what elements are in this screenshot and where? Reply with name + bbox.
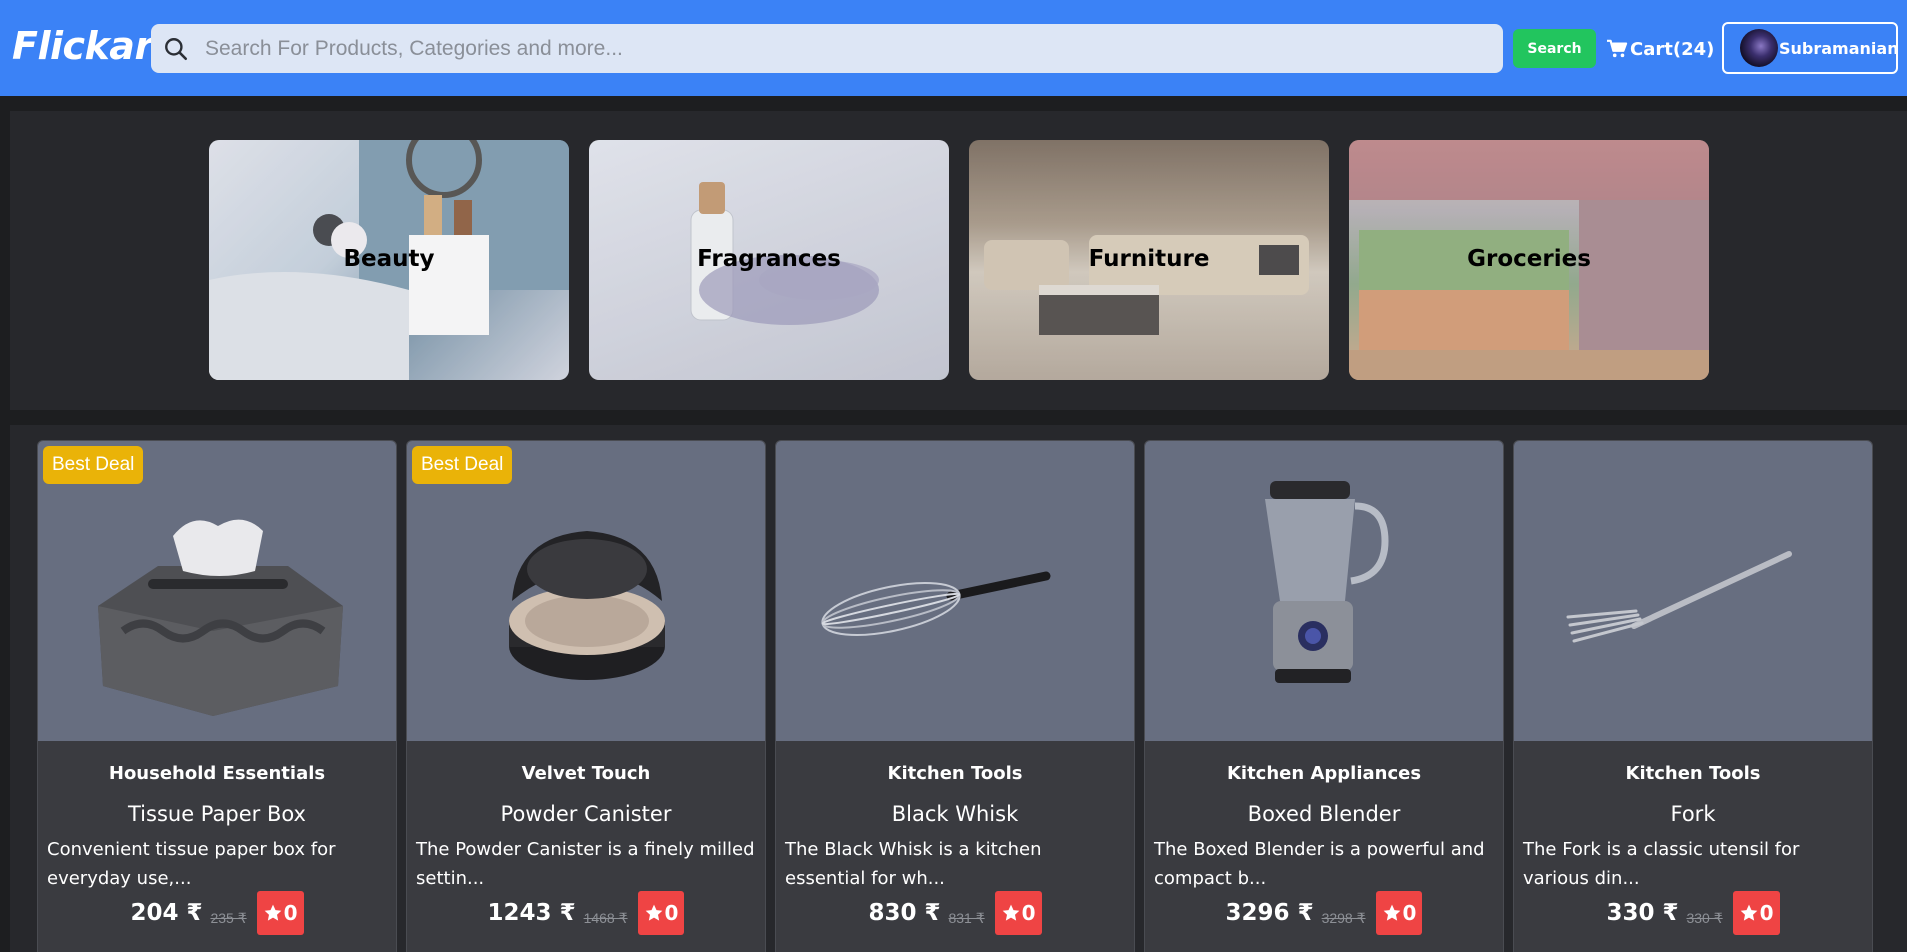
product-grid: Best Deal Household Essentials Tissue Pa… — [10, 425, 1907, 952]
product-image-powder-canister[interactable] — [407, 441, 765, 741]
product-description: The Black Whisk is a kitchen essential f… — [785, 839, 1042, 889]
category-label: Beauty — [343, 246, 435, 272]
price-row: 330 ₹ 330 ₹ 0 — [1514, 891, 1872, 935]
product-old-price: 330 ₹ — [1686, 909, 1723, 926]
user-name: Subramanian — [1779, 38, 1899, 58]
product-brand: Velvet Touch — [521, 763, 651, 784]
user-menu-button[interactable]: Subramanian — [1722, 22, 1899, 74]
category-strip: Beauty Fragrances Furniture Groceries — [10, 111, 1907, 410]
product-price: 330 ₹ — [1606, 900, 1679, 926]
rating-value: 0 — [283, 901, 298, 925]
product-old-price: 1468 ₹ — [583, 909, 628, 926]
product-price: 1243 ₹ — [487, 900, 576, 926]
category-label: Fragrances — [697, 246, 841, 272]
product-description: The Fork is a classic utensil for variou… — [1523, 839, 1800, 889]
product-card[interactable]: Kitchen Appliances Boxed Blender The Box… — [1144, 440, 1504, 952]
product-title[interactable]: Powder Canister — [407, 802, 765, 826]
product-brand: Kitchen Tools — [1625, 763, 1761, 784]
product-price: 3296 ₹ — [1225, 900, 1314, 926]
product-brand: Kitchen Tools — [887, 763, 1023, 784]
product-card[interactable]: Best Deal Household Essentials Tissue Pa… — [37, 440, 397, 952]
search-input[interactable] — [205, 24, 1495, 73]
rating-badge[interactable]: 0 — [1375, 891, 1423, 935]
category-card-furniture[interactable]: Furniture — [969, 140, 1329, 380]
product-image-blender[interactable] — [1145, 441, 1503, 741]
star-icon — [1740, 904, 1757, 921]
category-label: Furniture — [1088, 246, 1210, 272]
star-icon — [1383, 904, 1400, 921]
product-old-price: 3298 ₹ — [1321, 909, 1366, 926]
rating-badge[interactable]: 0 — [994, 891, 1042, 935]
product-card[interactable]: Best Deal Velvet Touch Powder Canister T… — [406, 440, 766, 952]
category-card-beauty[interactable]: Beauty — [209, 140, 569, 380]
search-box[interactable] — [151, 24, 1503, 73]
best-deal-badge: Best Deal — [412, 446, 513, 484]
product-price: 830 ₹ — [868, 900, 941, 926]
product-description: Convenient tissue paper box for everyday… — [47, 839, 336, 889]
avatar — [1740, 29, 1778, 67]
price-row: 1243 ₹ 1468 ₹ 0 — [407, 891, 765, 935]
product-image-fork[interactable] — [1514, 441, 1872, 741]
star-icon — [1002, 904, 1019, 921]
product-price: 204 ₹ — [130, 900, 203, 926]
rating-value: 0 — [664, 901, 679, 925]
product-image-whisk[interactable] — [776, 441, 1134, 741]
rating-badge[interactable]: 0 — [637, 891, 685, 935]
category-label: Groceries — [1467, 246, 1591, 272]
price-row: 3296 ₹ 3298 ₹ 0 — [1145, 891, 1503, 935]
rating-badge[interactable]: 0 — [1732, 891, 1780, 935]
rating-badge[interactable]: 0 — [256, 891, 304, 935]
brand-logo[interactable]: Flickart — [12, 24, 171, 68]
product-brand: Household Essentials — [108, 763, 326, 784]
price-row: 830 ₹ 831 ₹ 0 — [776, 891, 1134, 935]
cart-label: Cart(24) — [1630, 38, 1715, 60]
category-card-fragrances[interactable]: Fragrances — [589, 140, 949, 380]
rating-value: 0 — [1021, 901, 1036, 925]
navbar: Flickart Search Cart(24) Subramanian — [0, 0, 1907, 96]
cart-icon — [1607, 39, 1628, 58]
star-icon — [645, 904, 662, 921]
product-card[interactable]: Kitchen Tools Fork The Fork is a classic… — [1513, 440, 1873, 952]
product-image-tissue-box[interactable] — [38, 441, 396, 741]
product-title[interactable]: Boxed Blender — [1145, 802, 1503, 826]
search-button[interactable]: Search — [1513, 29, 1596, 68]
product-card[interactable]: Kitchen Tools Black Whisk The Black Whis… — [775, 440, 1135, 952]
search-icon — [165, 38, 188, 61]
rating-value: 0 — [1402, 901, 1417, 925]
product-old-price: 235 ₹ — [210, 909, 247, 926]
product-title[interactable]: Black Whisk — [776, 802, 1134, 826]
product-description: The Boxed Blender is a powerful and comp… — [1154, 839, 1485, 889]
product-title[interactable]: Tissue Paper Box — [38, 802, 396, 826]
best-deal-badge: Best Deal — [43, 446, 144, 484]
category-card-groceries[interactable]: Groceries — [1349, 140, 1709, 380]
cart-link[interactable]: Cart(24) — [1606, 36, 1714, 62]
product-description: The Powder Canister is a finely milled s… — [416, 839, 755, 889]
rating-value: 0 — [1759, 901, 1774, 925]
price-row: 204 ₹ 235 ₹ 0 — [38, 891, 396, 935]
product-brand: Kitchen Appliances — [1226, 763, 1422, 784]
product-title[interactable]: Fork — [1514, 802, 1872, 826]
star-icon — [264, 904, 281, 921]
product-old-price: 831 ₹ — [948, 909, 985, 926]
